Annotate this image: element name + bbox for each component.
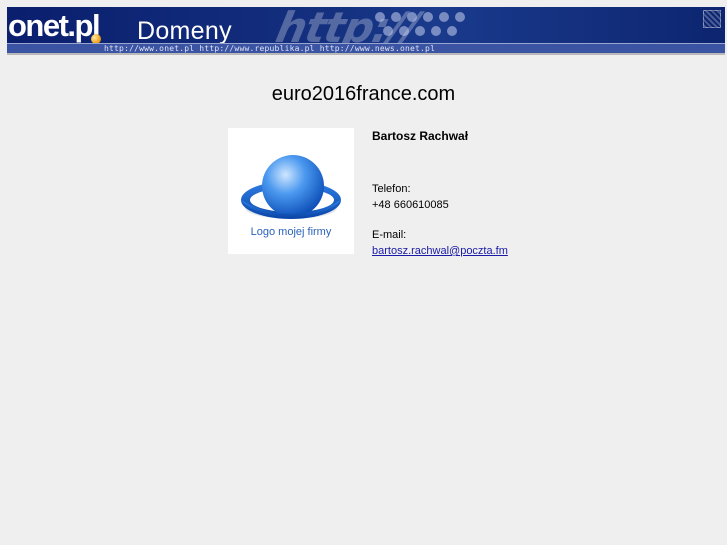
onet-logo[interactable]: onet.pl [8,10,101,41]
phone-label: Telefon: [372,183,411,195]
email-link[interactable]: bartosz.rachwal@poczta.fm [372,245,508,257]
dots-decoration-icon [367,9,477,43]
email-label: E-mail: [372,229,407,241]
logo-caption: Logo mojej firmy [250,226,332,238]
url-strip-text: http://www.onet.pl http://www.republika.… [104,44,436,53]
owner-name: Bartosz Rachwał [372,129,469,143]
corner-pattern-icon [703,10,721,28]
phone-value: +48 660610085 [372,199,449,211]
contact-details: Bartosz Rachwał Telefon: +48 660610085 E… [372,128,672,259]
header-banner: http:// onet.pl Domeny http://www.onet.p… [7,7,725,53]
page-title: euro2016france.com [271,83,456,105]
company-logo: Logo mojej firmy [228,128,354,254]
section-title: Domeny [137,17,232,45]
banner-url-strip: http://www.onet.pl http://www.republika.… [7,43,725,53]
header-divider [7,53,725,55]
